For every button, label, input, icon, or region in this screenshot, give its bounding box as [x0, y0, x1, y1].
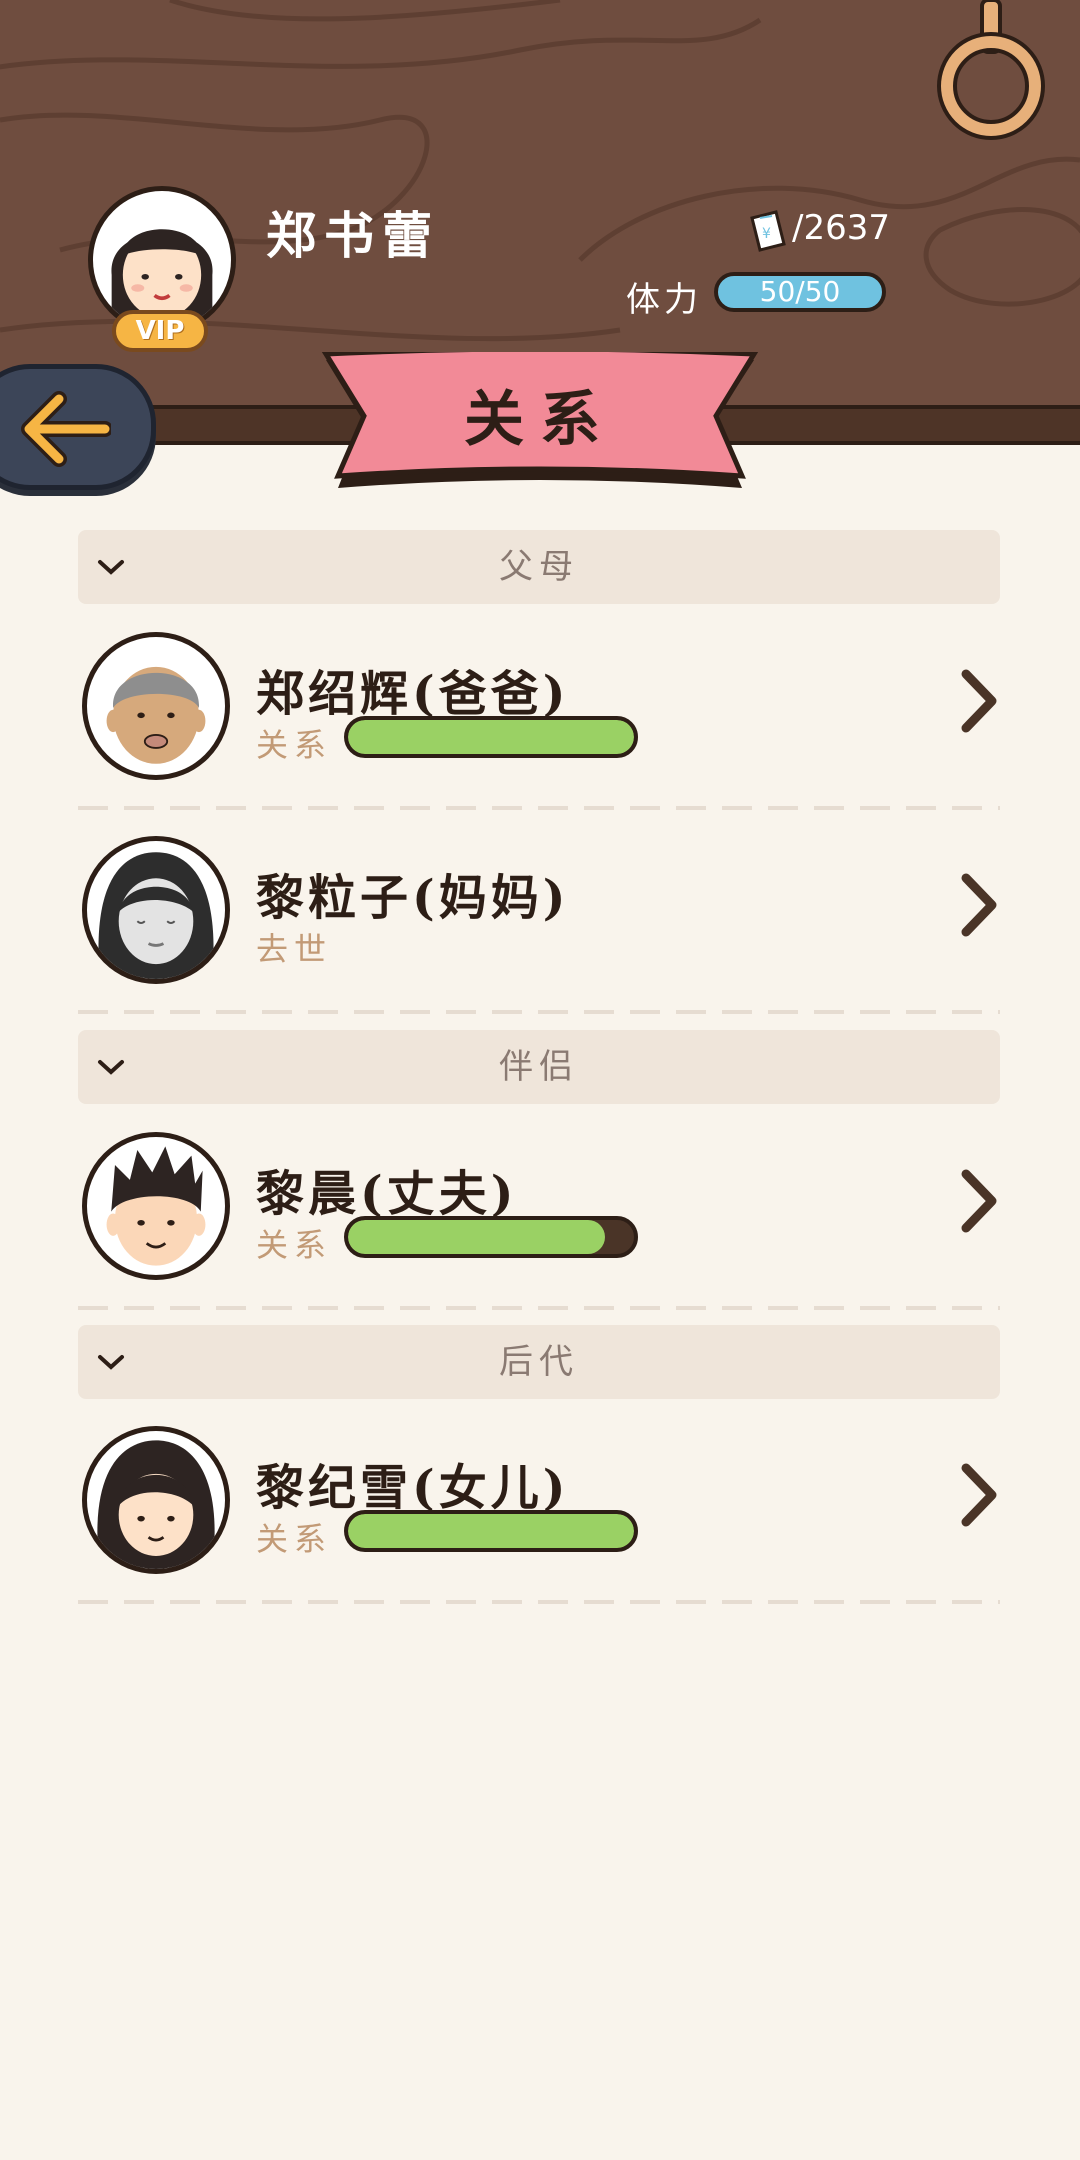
girl-avatar-icon: [97, 1440, 215, 1569]
relationship-bar: [344, 1216, 638, 1258]
deceased-label: 去世: [256, 930, 333, 968]
player-face-icon: [111, 229, 213, 322]
avatar-father: [82, 632, 230, 780]
relationship-label: 关系: [256, 1226, 333, 1264]
row-divider: [78, 1306, 1000, 1310]
section-partner[interactable]: 伴侣: [78, 1030, 1000, 1104]
ring-hook-icon[interactable]: [936, 0, 1046, 140]
vip-badge: VIP: [112, 310, 208, 352]
money-ticket-icon: ¥: [750, 210, 786, 252]
back-arrow-icon: [21, 391, 111, 467]
stamina-label: 体力: [626, 280, 702, 320]
chevron-right-icon[interactable]: [958, 666, 1000, 736]
chevron-right-icon[interactable]: [958, 1166, 1000, 1236]
money-value: /2637: [792, 208, 890, 248]
avatar-daughter: [82, 1426, 230, 1574]
stamina-value: 50/50: [759, 275, 841, 308]
player-name: 郑书蕾: [266, 206, 440, 265]
list-item-mother[interactable]: 黎粒子(妈妈) 去世: [78, 810, 1000, 1014]
chevron-right-icon[interactable]: [958, 870, 1000, 940]
section-parents[interactable]: 父母: [78, 530, 1000, 604]
row-divider: [78, 1010, 1000, 1014]
deceased-woman-avatar-icon: [98, 852, 214, 979]
list-item-daughter[interactable]: 黎纪雪(女儿) 关系: [78, 1400, 1000, 1604]
section-title: 伴侣: [499, 1047, 579, 1087]
back-button[interactable]: [0, 364, 156, 490]
member-name: 黎纪雪(女儿): [256, 1460, 570, 1516]
list-item-father[interactable]: 郑绍辉(爸爸) 关系: [78, 606, 1000, 810]
member-name: 黎粒子(妈妈): [256, 870, 570, 926]
member-name: 黎晨(丈夫): [256, 1166, 518, 1222]
stamina-bar: 50/50: [714, 272, 886, 312]
relationship-fill: [348, 1514, 634, 1548]
relationship-label: 关系: [256, 726, 333, 764]
section-title: 父母: [499, 547, 579, 587]
page-title: 关系: [464, 385, 616, 455]
avatar-mother: [82, 836, 230, 984]
section-title: 后代: [499, 1342, 579, 1382]
row-divider: [78, 1600, 1000, 1604]
relationship-bar: [344, 1510, 638, 1552]
relationship-fill: [348, 1220, 606, 1254]
svg-text:¥: ¥: [762, 226, 771, 242]
chevron-right-icon[interactable]: [958, 1460, 1000, 1530]
man-avatar-icon: [106, 1146, 206, 1266]
relationship-bar: [344, 716, 638, 758]
relationship-fill: [348, 720, 634, 754]
member-name: 郑绍辉(爸爸): [256, 666, 570, 722]
profile-header: VIP 郑书蕾 ¥ /2637 体力 50/50: [0, 0, 1080, 410]
old-man-avatar-icon: [106, 666, 206, 764]
section-descendants[interactable]: 后代: [78, 1325, 1000, 1399]
relationship-label: 关系: [256, 1520, 333, 1558]
avatar-husband: [82, 1132, 230, 1280]
list-item-husband[interactable]: 黎晨(丈夫) 关系: [78, 1106, 1000, 1310]
